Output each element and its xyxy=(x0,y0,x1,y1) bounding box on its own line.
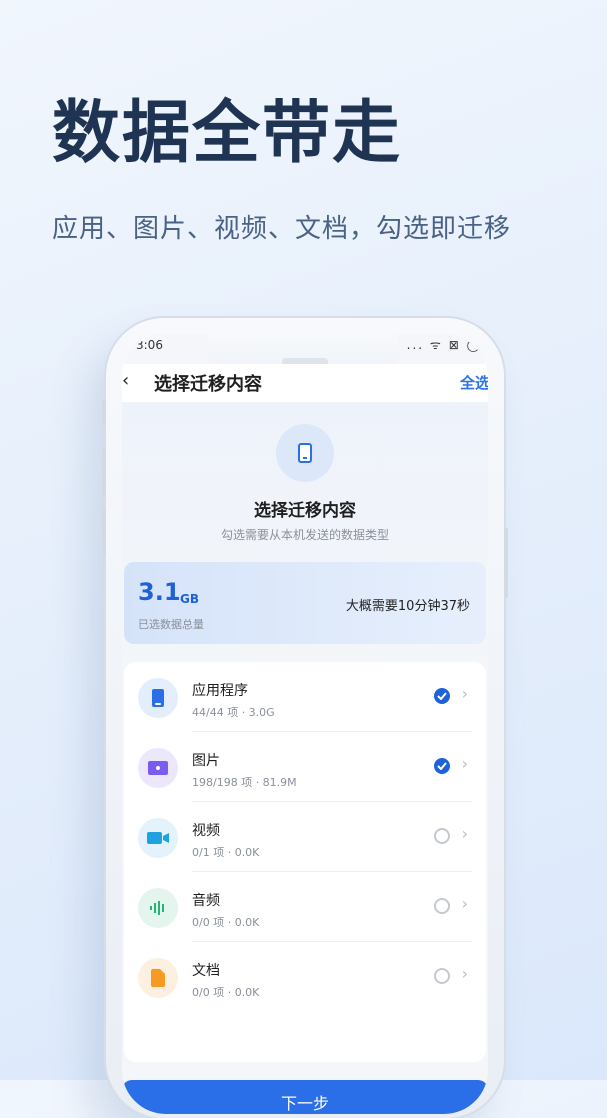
chevron-right-icon[interactable]: › xyxy=(462,754,468,773)
promo-headline: 数据全带走 xyxy=(52,94,403,173)
back-button[interactable]: ‹ xyxy=(122,370,129,391)
category-row[interactable]: 图片 198/198 项 · 81.9M › xyxy=(124,732,486,802)
total-size-label: 已选数据总量 xyxy=(138,618,204,631)
image-icon xyxy=(138,748,178,788)
estimated-time: 大概需要10分钟37秒 xyxy=(345,599,470,614)
category-count: 44/44 项 · 3.0G xyxy=(192,706,275,719)
category-row[interactable]: 文档 0/0 项 · 0.0K › xyxy=(124,942,486,1012)
phone-mute-button xyxy=(102,400,106,426)
chevron-right-icon[interactable]: › xyxy=(462,824,468,843)
video-icon xyxy=(138,818,178,858)
phone-screen: 3:06 ... ᯤ ⊠ ◯ ‹ 选择迁移内容 全选 选择迁移内容 勾选需要从本… xyxy=(122,334,488,1114)
nav-title: 选择迁移内容 xyxy=(154,374,262,395)
category-count: 0/0 项 · 0.0K xyxy=(192,986,260,999)
audio-icon xyxy=(138,888,178,928)
promo-subline: 应用、图片、视频、文档，勾选即迁移 xyxy=(52,214,512,244)
category-title: 图片 xyxy=(192,753,220,769)
nav-bar: ‹ 选择迁移内容 全选 xyxy=(122,364,488,402)
content-area: 选择迁移内容 勾选需要从本机发送的数据类型 3.1 GB 已选数据总量 大概需要… xyxy=(122,402,488,1114)
chevron-right-icon[interactable]: › xyxy=(462,964,468,983)
category-row[interactable]: 音频 0/0 项 · 0.0K › xyxy=(124,872,486,942)
next-step-button[interactable]: 下一步 xyxy=(122,1080,488,1114)
category-checkbox[interactable] xyxy=(434,758,450,774)
app-icon xyxy=(138,678,178,718)
total-size: 3.1 xyxy=(138,578,181,606)
phone-icon xyxy=(276,424,334,482)
category-title: 文档 xyxy=(192,963,220,979)
status-time: 3:06 xyxy=(136,338,163,352)
category-count: 198/198 项 · 81.9M xyxy=(192,776,297,789)
chevron-right-icon[interactable]: › xyxy=(462,684,468,703)
phone-volume-down-button xyxy=(102,508,106,556)
hero-title: 选择迁移内容 xyxy=(254,501,356,521)
summary-card: 3.1 GB 已选数据总量 大概需要10分钟37秒 xyxy=(124,562,486,644)
category-title: 视频 xyxy=(192,823,220,839)
phone-frame: 3:06 ... ᯤ ⊠ ◯ ‹ 选择迁移内容 全选 选择迁移内容 勾选需要从本… xyxy=(102,318,508,1118)
category-checkbox[interactable] xyxy=(434,688,450,704)
category-title: 音频 xyxy=(192,893,220,909)
chevron-right-icon[interactable]: › xyxy=(462,894,468,913)
category-checkbox[interactable] xyxy=(434,828,450,844)
document-icon xyxy=(138,958,178,998)
phone-power-button xyxy=(504,528,508,598)
category-checkbox[interactable] xyxy=(434,968,450,984)
status-icons: ... ᯤ ⊠ ◯ xyxy=(406,338,482,352)
category-checkbox[interactable] xyxy=(434,898,450,914)
category-title: 应用程序 xyxy=(192,683,248,699)
select-all-button[interactable]: 全选 xyxy=(460,372,488,393)
hero-subtitle: 勾选需要从本机发送的数据类型 xyxy=(220,528,389,542)
phone-volume-up-button xyxy=(102,448,106,496)
category-list: 应用程序 44/44 项 · 3.0G › 图片 198/198 项 · 81.9M › 视… xyxy=(124,662,486,1062)
total-size-unit: GB xyxy=(180,592,199,606)
category-row[interactable]: 视频 0/1 项 · 0.0K › xyxy=(124,802,486,872)
category-count: 0/0 项 · 0.0K xyxy=(192,916,260,929)
category-count: 0/1 项 · 0.0K xyxy=(192,846,260,859)
category-row[interactable]: 应用程序 44/44 项 · 3.0G › xyxy=(124,662,486,732)
